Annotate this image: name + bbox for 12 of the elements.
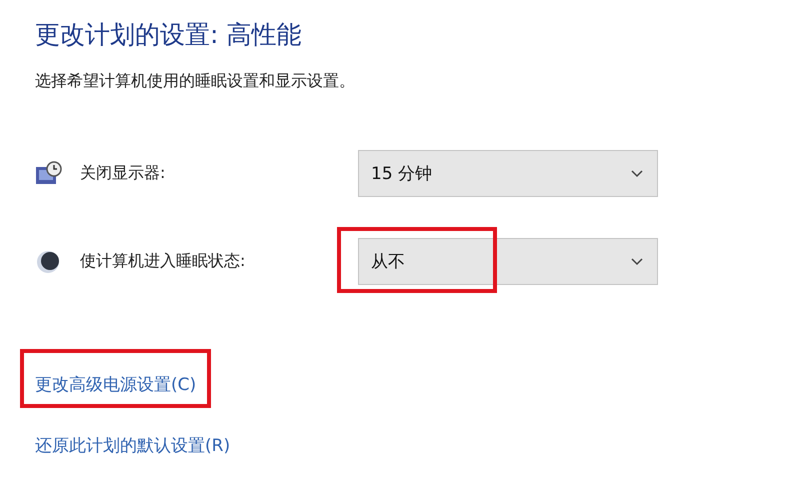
page-description: 选择希望计算机使用的睡眠设置和显示设置。: [35, 71, 356, 92]
monitor-clock-icon: [35, 160, 63, 186]
settings-link[interactable]: 还原此计划的默认设置(R): [35, 436, 230, 456]
dropdown[interactable]: 15 分钟: [358, 150, 658, 197]
setting-label: 关闭显示器:: [80, 163, 166, 184]
chevron-down-icon: [631, 258, 643, 266]
setting-label: 使计算机进入睡眠状态:: [80, 251, 246, 272]
settings-link[interactable]: 更改高级电源设置(C): [35, 375, 196, 395]
page-title: 更改计划的设置: 高性能: [35, 19, 302, 51]
chevron-down-icon: [631, 170, 643, 178]
dropdown[interactable]: 从不: [358, 238, 658, 285]
moon-icon: [35, 248, 61, 274]
